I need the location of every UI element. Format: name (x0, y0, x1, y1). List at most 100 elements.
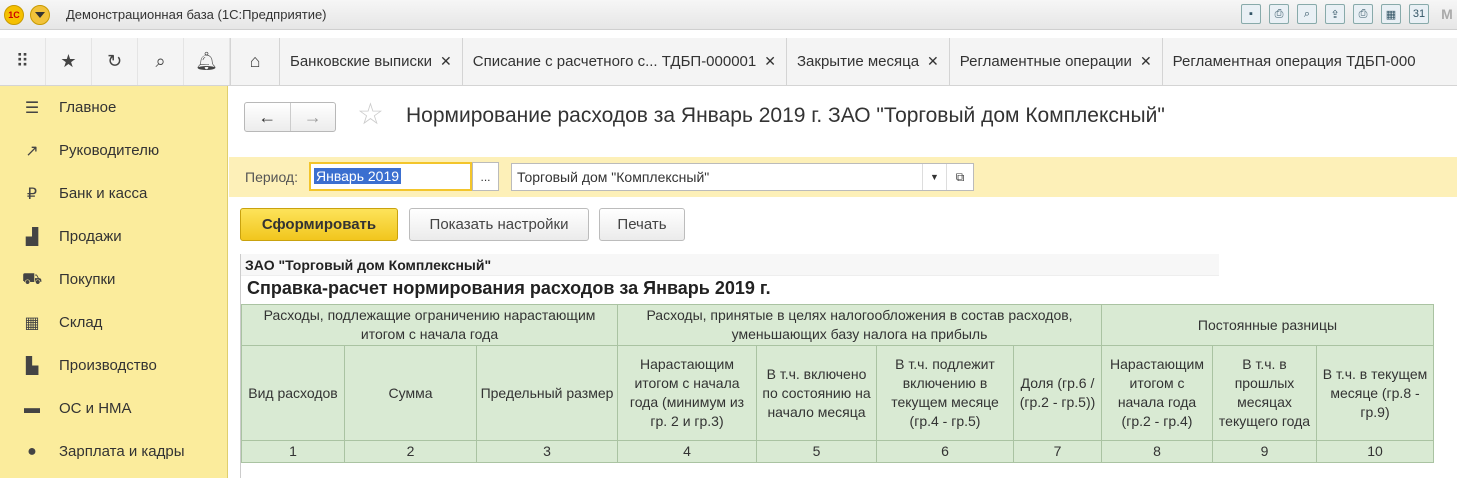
page-title: Нормирование расходов за Январь 2019 г. … (406, 104, 1165, 127)
sidebar-item-bank[interactable]: ₽ Банк и касса (0, 172, 227, 215)
menu-lines-icon: ☰ (24, 99, 40, 117)
trend-icon: ↗ (25, 142, 39, 160)
sidebar-item-label: Покупки (59, 271, 116, 288)
warehouse-icon: ▦ (24, 314, 40, 332)
printer-icon[interactable]: ⎙ (1353, 4, 1373, 24)
sidebar-item-label: Склад (59, 314, 103, 331)
truck-icon: ▬ (24, 399, 40, 417)
cart-icon: ⛟ (21, 270, 43, 288)
tab-label: Регламентная операция ТДБП-000 (1172, 53, 1416, 70)
period-value: Январь 2019 (314, 168, 402, 184)
report-document: ЗАО "Торговый дом Комплексный" Справка-р… (240, 254, 1457, 478)
ruble-icon: ₽ (26, 185, 38, 203)
home-icon[interactable]: ⌂ (230, 38, 280, 85)
column-header: В т.ч. включено по состоянию на начало м… (756, 345, 877, 441)
bell-icon[interactable]: 🔔︎ (184, 38, 230, 85)
sidebar-item-label: Продажи (59, 228, 122, 245)
sidebar-item-label: Зарплата и кадры (59, 443, 185, 460)
tab-routine-operations[interactable]: Регламентные операции ✕ (950, 38, 1163, 85)
m-icon[interactable]: M (1437, 4, 1457, 24)
close-icon[interactable]: ✕ (440, 53, 452, 70)
preview-icon[interactable]: ⌕ (1297, 4, 1317, 24)
nav-buttons: ← → (244, 102, 336, 132)
tab-write-off[interactable]: Списание с расчетного с... ТДБП-000001 ✕ (463, 38, 787, 85)
column-header: В т.ч. в прошлых месяцах текущего года (1212, 345, 1317, 441)
column-header: В т.ч. подлежит включению в текущем меся… (876, 345, 1014, 441)
column-number: 8 (1101, 440, 1213, 463)
sidebar-item-sales[interactable]: ▟ Продажи (0, 215, 227, 258)
period-label: Период: (245, 169, 298, 185)
print-icon[interactable]: ⎙ (1269, 4, 1289, 24)
column-header: Нарастающим итогом с начала года (миниму… (617, 345, 757, 441)
window-titlebar: 1С Демонстрационная база (1С:Предприятие… (0, 0, 1457, 30)
column-number: 6 (876, 440, 1014, 463)
tab-bank-statements[interactable]: Банковские выписки ✕ (280, 38, 463, 85)
filter-bar: Период: Январь 2019 ... Торговый дом "Ко… (229, 157, 1457, 197)
report-organization: ЗАО "Торговый дом Комплексный" (241, 254, 1219, 276)
favorite-star-icon[interactable]: ☆ (357, 100, 384, 130)
save-icon[interactable]: ▪ (1241, 4, 1261, 24)
period-select-button[interactable]: ... (472, 162, 499, 191)
column-number: 4 (617, 440, 757, 463)
column-number: 10 (1316, 440, 1434, 463)
export-icon[interactable]: ⇪ (1325, 4, 1345, 24)
back-arrow-icon[interactable]: ← (245, 103, 290, 131)
generate-button[interactable]: Сформировать (240, 208, 398, 241)
column-header: В т.ч. в текущем месяце (гр.8 - гр.9) (1316, 345, 1434, 441)
sidebar-item-salary[interactable]: ● Зарплата и кадры (0, 430, 227, 473)
sidebar-item-main[interactable]: ☰ Главное (0, 86, 227, 129)
column-number: 9 (1212, 440, 1317, 463)
close-icon[interactable]: ✕ (927, 53, 939, 70)
column-number: 2 (344, 440, 477, 463)
sidebar: ☰ Главное ↗ Руководителю ₽ Банк и касса ▟ Пр… (0, 86, 228, 478)
tab-label: Банковские выписки (290, 53, 432, 70)
report-title: Справка-расчет нормирования расходов за … (247, 278, 771, 298)
group-header: Расходы, принятые в целях налогообложени… (617, 304, 1102, 346)
sidebar-item-manager[interactable]: ↗ Руководителю (0, 129, 227, 172)
column-number: 5 (756, 440, 877, 463)
column-number: 3 (476, 440, 618, 463)
dropdown-arrow-icon[interactable]: ▼ (922, 164, 946, 190)
search-icon[interactable]: ⌕ (138, 38, 184, 85)
sidebar-item-warehouse[interactable]: ▦ Склад (0, 301, 227, 344)
tab-bar: ⠿ ★ ↻ ⌕ 🔔︎ ⌂ Банковские выписки ✕ Списани… (0, 38, 1457, 86)
tab-month-close[interactable]: Закрытие месяца ✕ (787, 38, 950, 85)
column-header: Сумма (344, 345, 477, 441)
tab-routine-operation[interactable]: Регламентная операция ТДБП-000 (1163, 38, 1457, 85)
calculator-icon[interactable]: ▦ (1381, 4, 1401, 24)
close-icon[interactable]: ✕ (1140, 53, 1152, 70)
column-number: 1 (241, 440, 345, 463)
history-icon[interactable]: ↻ (92, 38, 138, 85)
column-header: Предельный размер (476, 345, 618, 441)
period-input[interactable]: Январь 2019 (309, 162, 472, 191)
column-header: Вид расходов (241, 345, 345, 441)
organization-select[interactable]: Торговый дом "Комплексный" ▼ ⧉ (511, 163, 974, 191)
print-button[interactable]: Печать (599, 208, 685, 241)
main-menu-button[interactable] (30, 5, 50, 25)
column-header: Нарастающим итогом с начала года (гр.2 -… (1101, 345, 1213, 441)
window-title: Демонстрационная база (1С:Предприятие) (66, 7, 327, 22)
main-content: ← → ☆ Нормирование расходов за Январь 20… (229, 86, 1457, 478)
factory-icon: ▙ (25, 357, 39, 375)
favorites-star-icon[interactable]: ★ (46, 38, 92, 85)
1c-logo-icon: 1С (4, 5, 24, 25)
sidebar-item-label: Руководителю (59, 142, 160, 159)
report-table: Расходы, подлежащие ограничению нарастаю… (241, 304, 1434, 463)
show-settings-button[interactable]: Показать настройки (409, 208, 589, 241)
tab-label: Закрытие месяца (796, 53, 920, 70)
person-icon: ● (27, 442, 37, 460)
sidebar-item-assets[interactable]: ▬ ОС и НМА (0, 387, 227, 430)
close-icon[interactable]: ✕ (764, 53, 776, 70)
chevron-down-icon (35, 12, 45, 18)
sidebar-item-purchases[interactable]: ⛟ Покупки (0, 258, 227, 301)
open-icon[interactable]: ⧉ (946, 164, 973, 190)
calendar-icon[interactable]: 31 (1409, 4, 1429, 24)
forward-arrow-icon[interactable]: → (289, 103, 336, 131)
column-header: Доля (гр.6 / (гр.2 - гр.5)) (1013, 345, 1102, 441)
group-header: Постоянные разницы (1101, 304, 1434, 346)
bag-icon: ▟ (25, 228, 39, 246)
apps-grid-icon[interactable]: ⠿ (0, 38, 46, 85)
tab-label: Списание с расчетного с... ТДБП-000001 (472, 53, 757, 70)
sidebar-item-label: Банк и касса (59, 185, 148, 202)
sidebar-item-production[interactable]: ▙ Производство (0, 344, 227, 387)
